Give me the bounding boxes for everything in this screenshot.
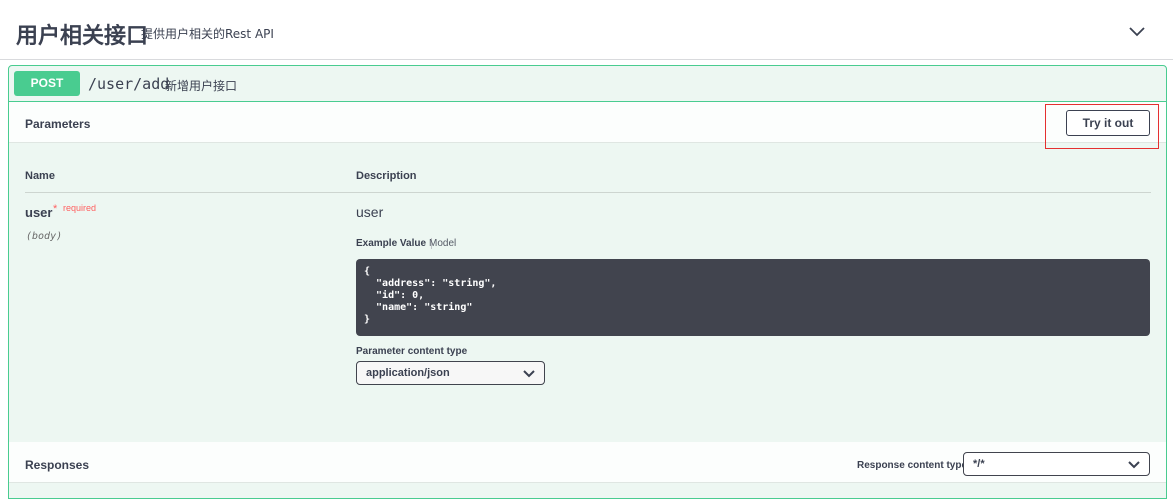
- code-line: "id": 0,: [364, 290, 425, 301]
- chevron-down-icon[interactable]: [1128, 24, 1146, 38]
- code-line: }: [364, 314, 371, 325]
- code-line: "address": "string",: [364, 278, 497, 289]
- param-location: (body): [26, 231, 63, 242]
- try-it-out-button[interactable]: Try it out: [1066, 110, 1150, 136]
- responses-title: Responses: [25, 458, 90, 472]
- response-content-type-value: */*: [973, 458, 985, 470]
- operation-block: POST /user/add 新增用户接口 Parameters Try it …: [8, 65, 1167, 499]
- example-value-code[interactable]: { "address": "string", "id": 0, "name": …: [356, 259, 1150, 336]
- method-badge: POST: [14, 71, 80, 96]
- chevron-down-icon: [523, 370, 535, 378]
- param-content-type-label: Parameter content type: [356, 346, 468, 357]
- param-description: user: [356, 204, 384, 220]
- operation-summary[interactable]: POST /user/add 新增用户接口: [9, 66, 1166, 102]
- tag-description: 提供用户相关的Rest API: [141, 27, 274, 41]
- operation-path: /user/add: [88, 75, 170, 93]
- param-name: user: [25, 205, 53, 220]
- tab-example-value[interactable]: Example Value: [356, 238, 433, 249]
- column-header-description: Description: [356, 170, 417, 182]
- column-header-name: Name: [25, 170, 55, 182]
- param-content-type-select[interactable]: application/json: [356, 361, 545, 385]
- parameters-title: Parameters: [25, 117, 91, 131]
- tag-title: 用户相关接口: [16, 24, 149, 49]
- response-content-type-label: Response content type: [857, 460, 968, 471]
- tag-header[interactable]: 用户相关接口 提供用户相关的Rest API: [0, 0, 1173, 60]
- operation-summary-text: 新增用户接口: [165, 79, 238, 93]
- code-line: {: [364, 266, 371, 277]
- tab-model[interactable]: Model: [429, 238, 456, 249]
- chevron-down-icon: [1128, 461, 1140, 469]
- response-content-type-select[interactable]: */*: [963, 452, 1150, 476]
- parameters-header: Parameters Try it out: [9, 102, 1166, 149]
- code-line: "name": "string": [364, 302, 473, 313]
- required-star: *: [53, 203, 58, 215]
- column-divider: [25, 192, 1151, 193]
- required-label: required: [63, 203, 97, 213]
- param-content-type-value: application/json: [366, 367, 450, 379]
